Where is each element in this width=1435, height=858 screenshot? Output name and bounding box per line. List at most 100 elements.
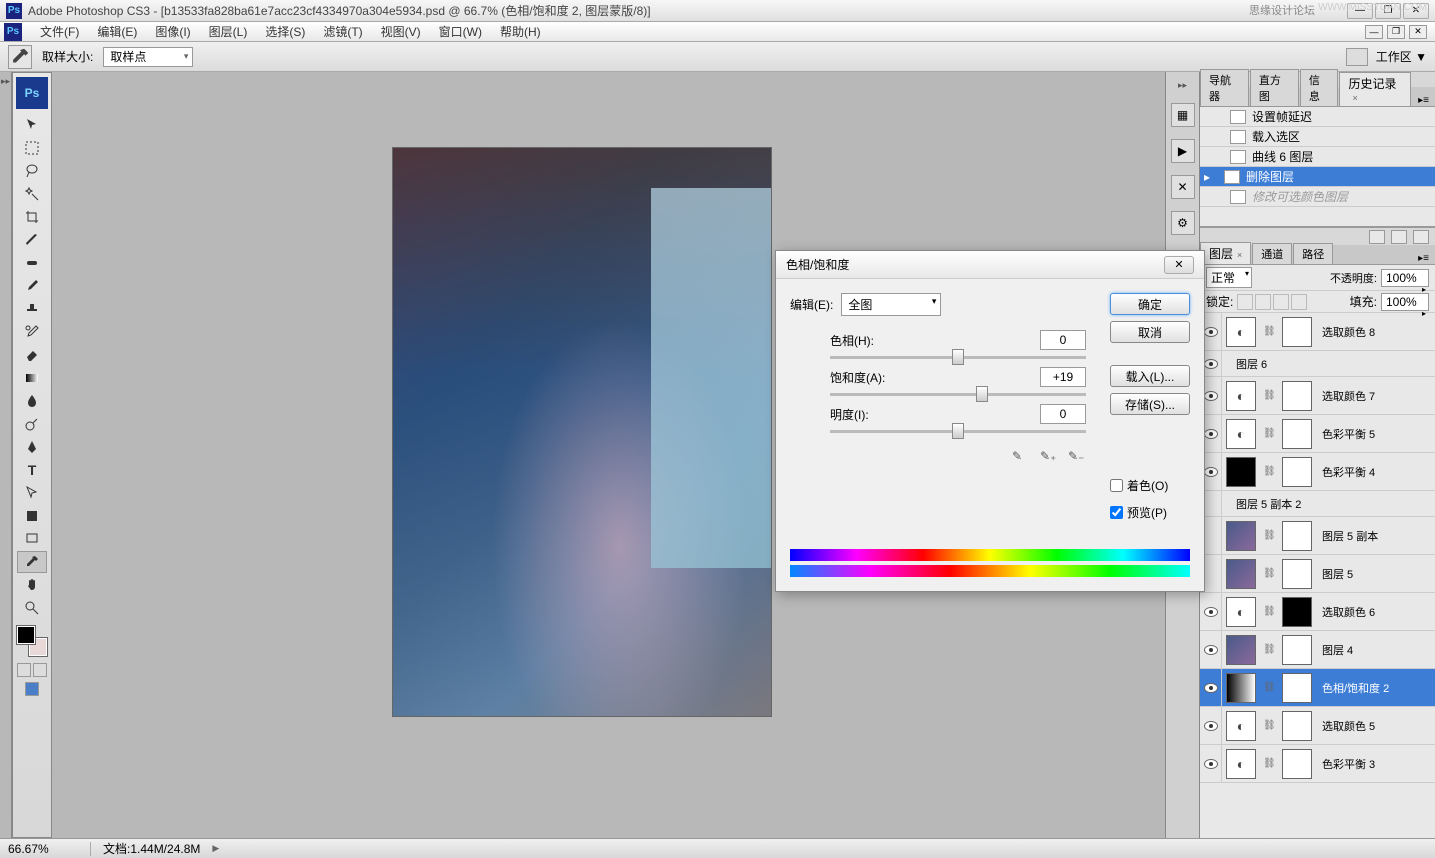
strip-icon-4[interactable]: ⚙ — [1171, 211, 1195, 235]
visibility-toggle[interactable] — [1200, 745, 1222, 782]
visibility-toggle[interactable] — [1200, 707, 1222, 744]
layer-thumbnail[interactable] — [1226, 381, 1256, 411]
zoom-tool[interactable] — [17, 597, 47, 619]
menu-filter[interactable]: 滤镜(T) — [315, 21, 370, 42]
layer-row[interactable]: ⛓图层 5 副本 — [1200, 517, 1435, 555]
saturation-thumb[interactable] — [976, 386, 988, 402]
tab-histogram[interactable]: 直方图 — [1250, 69, 1299, 106]
layer-name[interactable]: 选取颜色 6 — [1316, 604, 1375, 620]
layer-row[interactable]: ⛓色彩平衡 4 — [1200, 453, 1435, 491]
type-tool[interactable]: T — [17, 459, 47, 481]
eyedropper-add-icon[interactable]: ✎₊ — [1040, 449, 1058, 467]
layer-row[interactable]: 图层 6 — [1200, 351, 1435, 377]
layer-row[interactable]: ⛓色彩平衡 5 — [1200, 415, 1435, 453]
history-item[interactable]: 设置帧延迟 — [1200, 107, 1435, 127]
blur-tool[interactable] — [17, 390, 47, 412]
tab-layers[interactable]: 图层× — [1200, 242, 1251, 264]
quickmask-mode-button[interactable] — [33, 663, 47, 677]
close-icon[interactable]: × — [1237, 250, 1242, 260]
strip-icon-3[interactable]: ✕ — [1171, 175, 1195, 199]
history-item[interactable]: ▸删除图层 — [1200, 167, 1435, 187]
slice-tool[interactable] — [17, 229, 47, 251]
layer-name[interactable]: 色彩平衡 4 — [1316, 464, 1375, 480]
edit-dropdown[interactable]: 全图 — [841, 293, 941, 316]
menu-help[interactable]: 帮助(H) — [492, 21, 549, 42]
layer-name[interactable]: 图层 5 — [1316, 566, 1353, 582]
strip-collapse[interactable]: ▸▸ — [1178, 80, 1187, 91]
visibility-toggle[interactable] — [1200, 669, 1222, 706]
tool-preset-picker[interactable] — [8, 45, 32, 69]
save-button[interactable]: 存储(S)... — [1110, 393, 1190, 415]
colorize-checkbox[interactable] — [1110, 479, 1123, 492]
crop-tool[interactable] — [17, 206, 47, 228]
hue-slider[interactable] — [830, 356, 1086, 359]
mask-thumbnail[interactable] — [1282, 381, 1312, 411]
zoom-level[interactable]: 66.67% — [8, 842, 78, 856]
status-menu-arrow[interactable]: ▶ — [212, 843, 219, 854]
mask-thumbnail[interactable] — [1282, 317, 1312, 347]
layer-thumbnail[interactable] — [1226, 419, 1256, 449]
layer-thumbnail[interactable] — [1226, 635, 1256, 665]
layer-row[interactable]: ⛓选取颜色 6 — [1200, 593, 1435, 631]
lightness-thumb[interactable] — [952, 423, 964, 439]
panel-menu-button[interactable]: ▸≡ — [1412, 253, 1435, 264]
layer-name[interactable]: 色彩平衡 5 — [1316, 426, 1375, 442]
layer-row[interactable]: ⛓色彩平衡 3 — [1200, 745, 1435, 783]
layer-name[interactable]: 图层 4 — [1316, 642, 1353, 658]
tab-navigator[interactable]: 导航器 — [1200, 69, 1249, 106]
layer-thumbnail[interactable] — [1226, 521, 1256, 551]
lock-transparent-button[interactable] — [1237, 294, 1253, 310]
menu-select[interactable]: 选择(S) — [257, 21, 313, 42]
path-tool[interactable] — [17, 482, 47, 504]
panel-menu-button[interactable]: ▸≡ — [1412, 95, 1435, 106]
menu-layer[interactable]: 图层(L) — [201, 21, 256, 42]
doc-restore-button[interactable]: ❐ — [1387, 25, 1405, 39]
layer-name[interactable]: 图层 5 副本 2 — [1230, 496, 1301, 512]
saturation-input[interactable] — [1040, 367, 1086, 387]
dialog-titlebar[interactable]: 色相/饱和度 ✕ — [776, 251, 1204, 279]
history-item[interactable]: 修改可选颜色图层 — [1200, 187, 1435, 207]
tab-paths[interactable]: 路径 — [1293, 243, 1333, 264]
layer-row[interactable]: ⛓选取颜色 5 — [1200, 707, 1435, 745]
layer-thumbnail[interactable] — [1226, 559, 1256, 589]
dodge-tool[interactable] — [17, 413, 47, 435]
doc-close-button[interactable]: ✕ — [1409, 25, 1427, 39]
layer-name[interactable]: 选取颜色 5 — [1316, 718, 1375, 734]
marquee-tool[interactable] — [17, 137, 47, 159]
mask-thumbnail[interactable] — [1282, 711, 1312, 741]
load-button[interactable]: 载入(L)... — [1110, 365, 1190, 387]
heal-tool[interactable] — [17, 252, 47, 274]
workspace-label[interactable]: 工作区 ▼ — [1376, 48, 1427, 65]
menu-file[interactable]: 文件(F) — [32, 21, 87, 42]
layer-thumbnail[interactable] — [1226, 749, 1256, 779]
lasso-tool[interactable] — [17, 160, 47, 182]
bridge-icon[interactable] — [1346, 48, 1368, 66]
history-brush-tool[interactable] — [17, 321, 47, 343]
history-item[interactable]: 曲线 6 图层 — [1200, 147, 1435, 167]
layer-name[interactable]: 选取颜色 8 — [1316, 324, 1375, 340]
eyedropper-tool[interactable] — [17, 551, 47, 573]
pen-tool[interactable] — [17, 436, 47, 458]
tab-channels[interactable]: 通道 — [1252, 243, 1292, 264]
move-tool[interactable] — [17, 114, 47, 136]
layer-thumbnail[interactable] — [1226, 597, 1256, 627]
layer-name[interactable]: 色相/饱和度 2 — [1316, 680, 1389, 696]
opacity-input[interactable]: 100% — [1381, 269, 1429, 287]
fg-color[interactable] — [17, 626, 35, 644]
close-icon[interactable]: × — [1352, 93, 1357, 103]
new-state-button[interactable] — [1391, 230, 1407, 244]
mask-thumbnail[interactable] — [1282, 521, 1312, 551]
strip-icon-1[interactable]: ▦ — [1171, 103, 1195, 127]
menu-view[interactable]: 视图(V) — [373, 21, 429, 42]
eraser-tool[interactable] — [17, 344, 47, 366]
doc-size[interactable]: 文档:1.44M/24.8M — [103, 840, 200, 857]
layer-thumbnail[interactable] — [1226, 711, 1256, 741]
wand-tool[interactable] — [17, 183, 47, 205]
history-item[interactable]: 载入选区 — [1200, 127, 1435, 147]
layer-row[interactable]: ⛓图层 5 — [1200, 555, 1435, 593]
layer-name[interactable]: 色彩平衡 3 — [1316, 756, 1375, 772]
mask-thumbnail[interactable] — [1282, 749, 1312, 779]
layer-name[interactable]: 图层 5 副本 — [1316, 528, 1378, 544]
layer-name[interactable]: 图层 6 — [1230, 356, 1267, 372]
color-swatches[interactable] — [17, 626, 47, 656]
